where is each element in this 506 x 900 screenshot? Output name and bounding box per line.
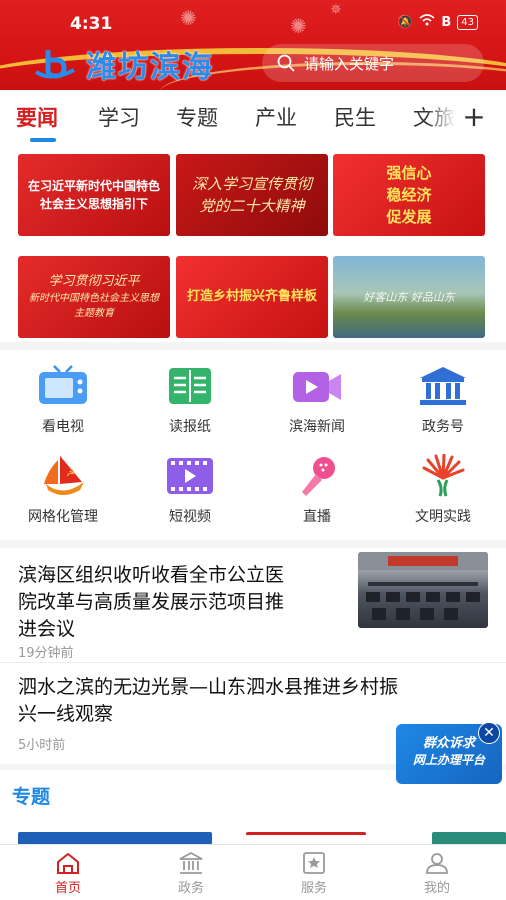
brand-logo: 潍坊滨海 [32,42,214,86]
service-label: 看电视 [42,419,84,435]
status-icons: 🔕 B 43 [397,14,478,30]
microphone-icon [290,454,344,498]
user-icon [426,853,448,874]
news-separator [0,662,506,663]
news-title: 滨海区组织收听收看全市公立医 院改革与高质量发展示范项目推 进会议 [18,562,284,643]
banner-item[interactable]: 强信心 稳经济 促发展 [333,154,485,236]
news-title: 泗水之滨的无边光景—山东泗水县推进乡村振 兴一线观察 [18,674,398,728]
banner-text: 党的二十大精神 [199,197,305,215]
service-label: 滨海新闻 [289,419,345,435]
service-tv[interactable]: 看电视 [0,364,126,436]
news-title-line: 泗水之滨的无边光景—山东泗水县推进乡村振 [18,676,399,698]
banner-text: 强信心 [386,164,432,182]
service-newspaper[interactable]: 读报纸 [127,364,253,436]
banner-item[interactable]: 深入学习宣传贯彻 党的二十大精神 [176,154,328,236]
service-government[interactable]: 政务号 [380,364,506,436]
banner-text: 稳经济 [386,186,432,204]
tab-yaowen[interactable]: 要闻 [16,102,58,132]
status-bar: 4:31 🔕 B 43 [0,12,506,36]
nav-government[interactable]: 政务 [146,851,236,896]
section-title: 专题 [12,786,51,808]
wifi-icon [419,14,435,30]
service-live[interactable]: 直播 [254,454,380,526]
government-icon [179,851,203,874]
banner-item[interactable]: 学习贯彻习近平 新时代中国特色社会主义思想 主题教育 [18,256,170,338]
banner-item[interactable]: 好客山东 好品山东 [333,256,485,338]
close-icon[interactable]: ✕ [478,722,500,744]
banner-item[interactable]: 打造乡村振兴齐鲁样板 [176,256,328,338]
brand-title: 潍坊滨海 [86,50,214,85]
service-civilization[interactable]: 文明实践 [380,453,506,526]
tab-minsheng[interactable]: 民生 [334,102,376,132]
film-play-icon [163,454,217,498]
video-camera-icon [290,364,344,408]
service-label: 网格化管理 [28,509,98,525]
banner-text: 主题教育 [74,308,114,319]
government-building-icon [416,364,470,408]
news-title-line: 滨海区组织收听收看全市公立医 [18,564,285,586]
newspaper-icon [163,364,217,408]
add-channel-icon[interactable]: + [456,100,492,133]
service-short-video[interactable]: 短视频 [127,454,253,526]
section-divider [0,540,506,548]
search-placeholder: 请输入关键字 [304,54,395,73]
search-input[interactable]: 请输入关键字 [262,44,484,82]
search-icon [276,53,296,77]
status-time: 4:31 [70,14,113,34]
logo-mark-icon [32,46,78,82]
banner-text: 社会主义思想指引下 [39,197,148,211]
nav-label: 首页 [54,881,81,896]
service-label: 政务号 [422,419,464,435]
news-item[interactable]: 滨海区组织收听收看全市公立医 院改革与高质量发展示范项目推 进会议 19分钟前 [0,552,506,661]
bottom-navigation: 首页 政务 服务 我的 [0,844,506,900]
news-title-line: 院改革与高质量发展示范项目推 [18,591,285,613]
mute-icon: 🔕 [397,14,414,30]
tab-zhuanti[interactable]: 专题 [176,102,218,132]
tab-chanye[interactable]: 产业 [255,102,297,132]
banner-text: 新时代中国特色社会主义思想 [29,293,159,304]
banner-text: 在习近平新时代中国特色 [27,179,160,193]
channel-tabs: 要闻 学习 专题 产业 民生 文旅 + [0,90,506,144]
news-title-line: 兴一线观察 [18,703,114,725]
service-label: 短视频 [169,509,211,525]
news-thumbnail [358,552,488,628]
active-tab-indicator [30,138,56,142]
banner-text: 好客山东 好品山东 [363,291,455,304]
banner-text: 学习贯彻习近平 [48,274,140,289]
news-timestamp: 5小时前 [18,738,66,753]
civilization-emblem-icon [416,453,470,498]
service-binhai-news[interactable]: 滨海新闻 [254,364,380,436]
banner-text: 打造乡村振兴齐鲁样板 [186,289,317,304]
service-label: 文明实践 [415,509,471,525]
home-icon [57,852,79,874]
section-divider [0,342,506,350]
tv-icon [36,364,90,408]
service-star-icon [303,852,325,874]
nav-mine[interactable]: 我的 [392,851,482,896]
signal-icon: B [441,14,452,30]
app-header: ✺ ✺ ✵ 4:31 🔕 B 43 潍坊滨海 请输入关键字 [0,0,506,90]
appeal-line2: 网上办理平台 [412,753,485,767]
party-flag-icon: ☭ [36,454,90,498]
banner-item[interactable]: 在习近平新时代中国特色 社会主义思想指引下 [18,154,170,236]
news-title-line: 进会议 [18,618,76,640]
banner-text: 深入学习宣传贯彻 [191,175,312,193]
nav-home[interactable]: 首页 [23,851,113,896]
banner-text: 促发展 [386,208,432,226]
svg-text:☭: ☭ [66,468,75,479]
battery-icon: 43 [457,14,478,30]
service-grid-management[interactable]: ☭ 网格化管理 [0,454,126,526]
nav-label: 我的 [423,881,450,896]
service-label: 读报纸 [169,419,211,435]
nav-service[interactable]: 服务 [269,851,359,896]
service-label: 直播 [303,509,331,525]
news-timestamp: 19分钟前 [18,646,74,661]
nav-label: 服务 [300,881,327,896]
tab-xuexi[interactable]: 学习 [98,102,140,132]
nav-label: 政务 [177,881,204,896]
tab-fade [426,96,456,136]
